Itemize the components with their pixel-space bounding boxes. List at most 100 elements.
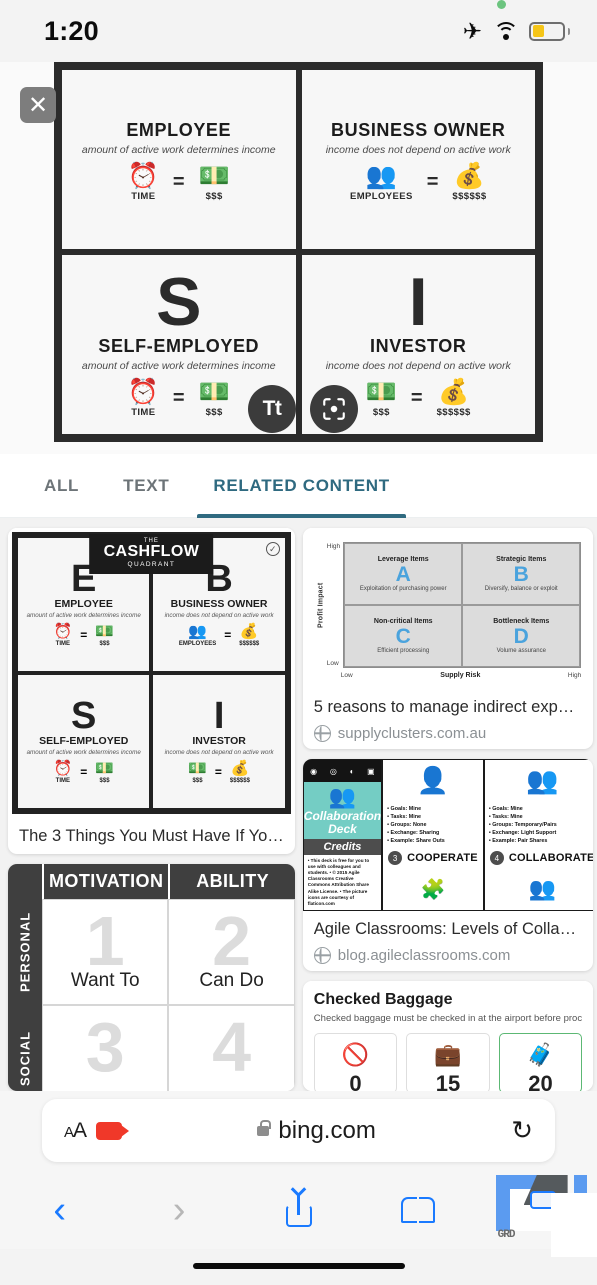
- bookmarks-button[interactable]: [358, 1197, 477, 1223]
- right-label: $$$$$$: [229, 777, 250, 784]
- clock-icon: ⏰: [53, 622, 73, 640]
- status-indicators: ✈: [463, 0, 570, 43]
- result-card-influencer-model[interactable]: MOTIVATION ABILITY PERSONAL 1 Want To 2 …: [8, 864, 295, 1091]
- step-4-header: 4 COLLABORATE: [485, 848, 593, 868]
- step-3-header: 3 COOPERATE: [383, 848, 483, 868]
- quadrant-business-owner: BUSINESS OWNER income does not depend on…: [298, 67, 538, 252]
- quadrant-subtitle: amount of active work determines income: [26, 748, 141, 756]
- baggage-value: 15: [435, 1071, 461, 1091]
- no-baggage-icon: 🚫: [341, 1042, 370, 1068]
- screen-recording-icon: [96, 1121, 130, 1140]
- y-tick-low: Low: [326, 660, 339, 667]
- quadrant-employee: EMPLOYEE amount of active work determine…: [59, 67, 299, 252]
- url-display[interactable]: bing.com: [122, 1117, 511, 1145]
- baggage-subtext: Checked baggage must be checked in at th…: [313, 1013, 583, 1025]
- thumb-quadrant-investor: I INVESTOR income does not depend on act…: [151, 673, 287, 810]
- tab-text[interactable]: TEXT: [101, 454, 191, 518]
- equals-sign: =: [410, 387, 423, 410]
- right-label: $$$$$$: [239, 640, 260, 647]
- forward-button[interactable]: ›: [119, 1191, 238, 1229]
- cell-desc: Exploitation of purchasing power: [359, 585, 447, 592]
- back-icon: ‹: [53, 1189, 67, 1231]
- baggage-option-15[interactable]: 💼 15: [406, 1033, 490, 1091]
- matrix-cell-3: 3: [42, 1005, 169, 1091]
- card-title: Agile Classrooms: Levels of Colla…: [313, 920, 577, 939]
- quadrant-subtitle: income does not depend on active work: [325, 143, 511, 156]
- card-meta: The 3 Things You Must Have If Yo… mobile…: [8, 818, 295, 855]
- equals-sign: =: [172, 171, 185, 193]
- quadrant-subtitle: amount of active work determines income: [26, 611, 141, 619]
- visual-search-icon[interactable]: [310, 385, 358, 433]
- related-content-results[interactable]: THE CASHFLOW QUADRANT ✓ E EMPLOYEE amoun…: [0, 518, 597, 1091]
- image-action-buttons: Tt: [248, 385, 358, 433]
- baggage-option-0[interactable]: 🚫 0: [313, 1033, 398, 1091]
- share-button[interactable]: [239, 1193, 358, 1227]
- baggage-value: 20: [528, 1071, 553, 1091]
- step-number: 3: [388, 851, 403, 866]
- close-icon[interactable]: ✕: [20, 87, 56, 123]
- quadrant-subtitle: income does not depend on active work: [164, 748, 274, 756]
- quadrant-subtitle: amount of active work determines income: [81, 359, 276, 372]
- text-select-button[interactable]: Tt: [248, 385, 296, 433]
- tabs-button[interactable]: GRD: [478, 1171, 597, 1257]
- result-card-cashflow[interactable]: THE CASHFLOW QUADRANT ✓ E EMPLOYEE amoun…: [8, 528, 295, 855]
- tab-related-content[interactable]: RELATED CONTENT: [191, 454, 411, 518]
- cell-header: Leverage Items: [377, 555, 429, 563]
- matrix-row-social: SOCIAL 3 4: [8, 1005, 295, 1091]
- tab-all[interactable]: ALL: [22, 454, 101, 518]
- quadrant-subtitle: amount of active work determines income: [81, 143, 276, 156]
- verified-check-icon: ✓: [265, 542, 280, 556]
- credits-header: Credits: [303, 838, 382, 855]
- x-axis-label: Supply Risk: [440, 672, 481, 679]
- deck-title: Collaboration Deck: [303, 809, 382, 837]
- left-label: TIME: [55, 640, 71, 647]
- safari-urlbar-area: AAAA bing.com ↻: [0, 1091, 597, 1171]
- result-card-kraljic-matrix[interactable]: Profit Impact High Low Leverage Items A …: [302, 528, 594, 750]
- quadrant-formula: 👥 EMPLOYEES = 💰 $$$$$$: [349, 163, 487, 202]
- matrix-cell-4: 4: [168, 1005, 295, 1091]
- quadrant-title: INVESTOR: [192, 734, 246, 747]
- address-bar[interactable]: AAAA bing.com ↻: [42, 1099, 555, 1162]
- y-axis-ticks: High Low: [327, 542, 343, 668]
- money-icon: 💵: [95, 759, 114, 777]
- checked-baggage-thumb: Checked Baggage Checked baggage must be …: [302, 981, 594, 1091]
- panel2-bullets: • Goals: Mine • Tasks: Mine • Groups: No…: [387, 805, 445, 845]
- quadrant-subtitle: income does not depend on active work: [164, 611, 274, 619]
- credits-text: • This deck is free for you to use with …: [307, 857, 370, 906]
- result-card-checked-baggage[interactable]: Checked Baggage Checked baggage must be …: [302, 981, 594, 1091]
- text-size-button[interactable]: AAAA: [64, 1119, 87, 1143]
- cell-desc: Volume assurance: [496, 647, 546, 654]
- back-button[interactable]: ‹: [0, 1191, 119, 1229]
- matrix-cell-can-do: 2 Can Do: [168, 899, 295, 1006]
- quadrant-left-label: EMPLOYEES: [349, 190, 413, 202]
- result-card-agile-classrooms[interactable]: ◉ ◎ ◐ ▣ 👥 Collaboration Deck Credits • This…: [302, 759, 594, 972]
- equals-sign: =: [214, 765, 222, 780]
- clock-icon: ⏰: [127, 161, 159, 190]
- quadrant-letter: I: [408, 264, 428, 341]
- matrix-header-row: MOTIVATION ABILITY: [8, 864, 295, 900]
- cell-desc: Efficient processing: [377, 647, 430, 654]
- baggage-value: 0: [349, 1071, 362, 1091]
- status-bar: 1:20 ✈: [0, 0, 597, 62]
- baggage-options: 🚫 0 💼 15 🧳 20: [313, 1033, 583, 1091]
- cashflow-quadrant-thumb: THE CASHFLOW QUADRANT ✓ E EMPLOYEE amoun…: [12, 532, 291, 814]
- left-label: EMPLOYEES: [178, 640, 217, 647]
- money-icon: 💵: [365, 377, 397, 406]
- baggage-option-20[interactable]: 🧳 20: [498, 1033, 583, 1091]
- overlay-label: GRD: [497, 1229, 516, 1241]
- quadrant-formula: ⏰ TIME = 💵 $$$: [127, 161, 230, 202]
- quadrant-title: BUSINESS OWNER: [331, 119, 506, 140]
- cell-letter: D: [513, 624, 529, 648]
- quadrant-right-label: $$$$$$: [436, 406, 471, 418]
- quadrant-left-label: $$$: [372, 406, 390, 418]
- reload-icon[interactable]: ↻: [511, 1115, 533, 1146]
- quadrant-right-label: $$$$$$: [452, 190, 487, 202]
- money-bag-icon: 💰: [230, 759, 250, 777]
- card-source: supplyclusters.com.au: [313, 724, 583, 742]
- money-icon: 💵: [198, 161, 230, 190]
- cell-leverage-items: Leverage Items A Exploitation of purchas…: [344, 543, 463, 605]
- small-bag-icon: 💼: [434, 1042, 462, 1068]
- url-text: bing.com: [278, 1116, 376, 1144]
- share-icon: [285, 1193, 312, 1227]
- panel3-bullets: • Goals: Mine • Tasks: Mine • Groups: Te…: [488, 805, 557, 845]
